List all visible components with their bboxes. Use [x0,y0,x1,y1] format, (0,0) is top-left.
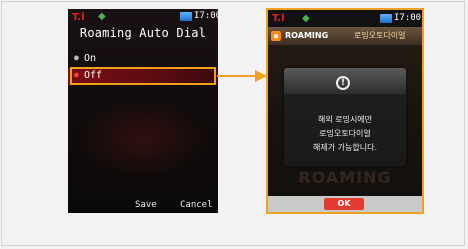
screen-title: Roaming Auto Dial [79,26,207,40]
background-glow [78,99,208,179]
dialog-message-line: 로밍오토다이얼 [319,129,371,138]
header-title-en: ROAMING [285,31,329,40]
radio-unselected-icon: ● [74,53,79,62]
phone-screen-dialog: T.l ◆ I7:00 ▪ ROAMING 로밍오토다이얼 ROAMING ! … [266,8,424,214]
speaker-icon: ◆ [302,13,310,24]
header-title-ko: 로밍오토다이얼 [354,31,406,40]
background-watermark: ROAMING [298,168,392,187]
phone-screen-settings: T.l ◆ I7:00 Roaming Auto Dial ● On ● Off… [68,9,218,213]
softkey-bar: OK [268,196,422,212]
option-on[interactable]: ● On [68,51,218,67]
status-time: I7:00 [194,11,218,21]
status-time: I7:00 [394,13,422,23]
cancel-softkey[interactable]: Cancel [180,200,213,210]
status-bar: T.l ◆ I7:00 [68,9,218,25]
ok-button[interactable]: OK [324,198,364,210]
save-softkey[interactable]: Save [135,200,157,210]
battery-icon [380,14,392,23]
speaker-icon: ◆ [98,11,106,22]
dialog-message-line: 해제가 가능합니다. [313,143,377,152]
option-label: On [84,53,97,64]
battery-icon [180,12,192,21]
screen-header: ▪ ROAMING 로밍오토다이얼 [268,27,422,45]
info-dialog: ! 해외 로밍시에만 로밍오토다이얼 해제가 가능합니다. [284,68,406,166]
signal-icon: T.l [272,13,285,24]
app-logo-icon: ▪ [271,31,281,41]
info-icon: ! [336,76,350,90]
signal-icon: T.l [72,12,85,23]
dialog-header: ! [284,68,406,94]
status-bar: T.l ◆ I7:00 [268,10,422,27]
selection-highlight-box [70,67,216,85]
dialog-message-line: 해외 로밍시에만 [317,115,373,124]
arrow-right-icon [217,70,267,82]
softkey-bar: Save Cancel [68,197,218,213]
